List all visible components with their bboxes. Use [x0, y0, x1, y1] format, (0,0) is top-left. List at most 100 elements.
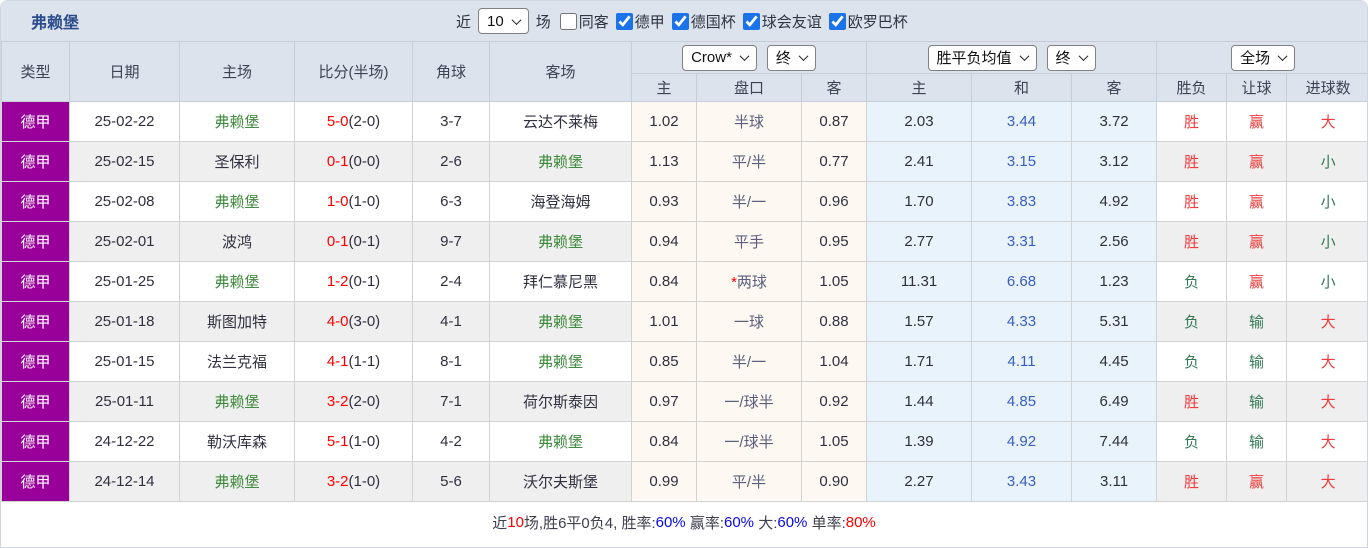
filter-球会友谊: 球会友谊: [742, 11, 822, 32]
match-date: 24-12-22: [69, 421, 180, 462]
filter-checkbox[interactable]: [615, 12, 633, 30]
score: 1-0(1-0): [294, 181, 413, 222]
col-result-handicap: 让球: [1226, 73, 1288, 102]
home-odds: 1.13: [631, 141, 697, 182]
col-score: 比分(半场): [294, 41, 413, 102]
filter-label: 德甲: [634, 13, 665, 31]
average-period-select[interactable]: 终: [1046, 44, 1096, 71]
col-away: 客场: [489, 41, 632, 102]
home-team: 弗赖堡: [179, 461, 295, 502]
away-team: 弗赖堡: [489, 421, 632, 462]
scope-select[interactable]: 全场: [1231, 44, 1296, 71]
league-badge: 德甲: [1, 141, 70, 182]
away-odds: 1.05: [800, 261, 868, 302]
result-goals: 大: [1286, 421, 1367, 462]
result-wdl: 胜: [1156, 221, 1228, 262]
summary-segment: 60%: [777, 513, 808, 531]
filter-checkbox[interactable]: [559, 12, 577, 30]
bookmaker-period-select[interactable]: 终: [766, 44, 816, 71]
result-wdl: 胜: [1156, 101, 1228, 142]
result-goals: 大: [1286, 301, 1367, 342]
avg-home-odds: 2.03: [866, 101, 973, 142]
match-date: 25-02-15: [69, 141, 180, 182]
league-badge: 德甲: [1, 381, 70, 422]
result-goals: 大: [1286, 101, 1367, 142]
home-odds: 0.84: [631, 261, 697, 302]
filter-label: 球会友谊: [761, 13, 822, 31]
result-handicap: 输: [1226, 301, 1288, 342]
home-odds: 0.93: [631, 181, 697, 222]
home-odds: 1.01: [631, 301, 697, 342]
result-wdl: 负: [1156, 421, 1228, 462]
table-row: 德甲 25-02-08 弗赖堡 1-0(1-0) 6-3 海登海姆 0.93 半/一 0.96 1…: [1, 181, 1367, 222]
avg-away-odds: 6.49: [1071, 381, 1158, 422]
filter-label: 同客: [578, 13, 609, 31]
league-badge: 德甲: [1, 101, 70, 142]
result-handicap: 赢: [1226, 181, 1288, 222]
corner-count: 2-6: [412, 141, 490, 182]
avg-home-odds: 1.44: [866, 381, 973, 422]
col-result-wdl: 胜负: [1156, 73, 1228, 102]
avg-home-odds: 1.70: [866, 181, 973, 222]
chevron-down-icon: [1277, 51, 1288, 62]
match-date: 25-01-18: [69, 301, 180, 342]
handicap: 半/一: [696, 181, 802, 222]
table-row: 德甲 25-02-01 波鸿 0-1(0-1) 9-7 弗赖堡 0.94 平手 0.95 2.77…: [1, 221, 1367, 262]
top-bar: 弗赖堡 近 10 场 同客 德甲 德国杯 球会友谊 欧罗巴杯: [1, 1, 1367, 41]
handicap: 一/球半: [696, 381, 802, 422]
bookmaker-select[interactable]: Crow*: [682, 44, 757, 71]
corner-count: 9-7: [412, 221, 490, 262]
avg-home-odds: 1.39: [866, 421, 973, 462]
home-odds: 0.94: [631, 221, 697, 262]
avg-away-odds: 4.92: [1071, 181, 1158, 222]
result-wdl: 胜: [1156, 181, 1228, 222]
away-team: 云达不莱梅: [489, 101, 632, 142]
avg-home-odds: 1.57: [866, 301, 973, 342]
corner-count: 4-1: [412, 301, 490, 342]
result-wdl: 胜: [1156, 381, 1228, 422]
avg-away-odds: 3.72: [1071, 101, 1158, 142]
col-date: 日期: [69, 41, 180, 102]
away-team: 海登海姆: [489, 181, 632, 222]
filter-label: 欧罗巴杯: [847, 13, 908, 31]
result-handicap: 输: [1226, 421, 1288, 462]
avg-away-odds: 7.44: [1071, 421, 1158, 462]
bookmaker-select-value: Crow*: [691, 49, 732, 66]
match-table: 类型 日期 主场 比分(半场) 角球 客场 Crow* 终 胜平负均值 终 全场…: [1, 41, 1367, 502]
col-avg-away: 客: [1071, 73, 1158, 102]
recent-count-select[interactable]: 10: [478, 8, 529, 34]
score: 5-1(1-0): [294, 421, 413, 462]
avg-away-odds: 2.56: [1071, 221, 1158, 262]
average-odds-select[interactable]: 胜平负均值: [927, 44, 1037, 71]
filter-checkbox[interactable]: [828, 12, 846, 30]
avg-home-odds: 11.31: [866, 261, 973, 302]
table-row: 德甲 25-02-22 弗赖堡 5-0(2-0) 3-7 云达不莱梅 1.02 半球 0.87 2…: [1, 101, 1367, 142]
corner-count: 6-3: [412, 181, 490, 222]
score: 1-2(0-1): [294, 261, 413, 302]
summary-segment: 80%: [845, 513, 876, 531]
result-wdl: 负: [1156, 301, 1228, 342]
league-badge: 德甲: [1, 341, 70, 382]
result-goals: 大: [1286, 381, 1367, 422]
match-date: 25-02-01: [69, 221, 180, 262]
away-team: 弗赖堡: [489, 141, 632, 182]
handicap: *两球: [696, 261, 802, 302]
result-handicap: 赢: [1226, 261, 1288, 302]
chevron-down-icon: [1078, 51, 1089, 62]
scope-header: 全场: [1156, 41, 1367, 74]
summary-footer: 近 10 场,胜6平0负4, 胜率: 60% 赢率: 60% 大: 60% 单率: 80%: [1, 502, 1367, 542]
avg-home-odds: 2.77: [866, 221, 973, 262]
col-corners: 角球: [412, 41, 490, 102]
away-team: 拜仁慕尼黑: [489, 261, 632, 302]
filter-checkbox[interactable]: [671, 12, 689, 30]
col-avg-home: 主: [866, 73, 973, 102]
competition-filters: 同客 德甲 德国杯 球会友谊 欧罗巴杯: [558, 11, 908, 32]
corner-count: 7-1: [412, 381, 490, 422]
filter-德甲: 德甲: [615, 11, 665, 32]
chevron-down-icon: [739, 51, 750, 62]
col-avg-draw: 和: [971, 73, 1073, 102]
avg-draw-odds: 3.15: [971, 141, 1073, 182]
corner-count: 3-7: [412, 101, 490, 142]
table-row: 德甲 25-02-15 圣保利 0-1(0-0) 2-6 弗赖堡 1.13 平/半 0.77 2.…: [1, 141, 1367, 182]
filter-checkbox[interactable]: [742, 12, 760, 30]
